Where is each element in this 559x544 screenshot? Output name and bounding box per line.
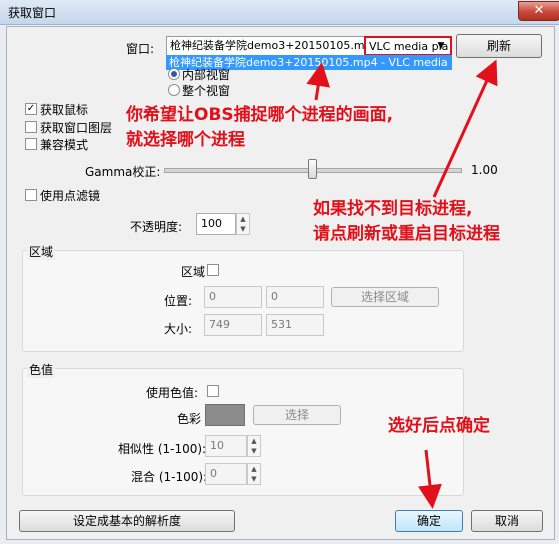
arrow-to-refresh-button <box>432 59 498 198</box>
arrow-to-ok-button <box>418 449 442 509</box>
arrow-to-window-combo <box>306 62 331 101</box>
annotation-arrows <box>306 59 498 509</box>
